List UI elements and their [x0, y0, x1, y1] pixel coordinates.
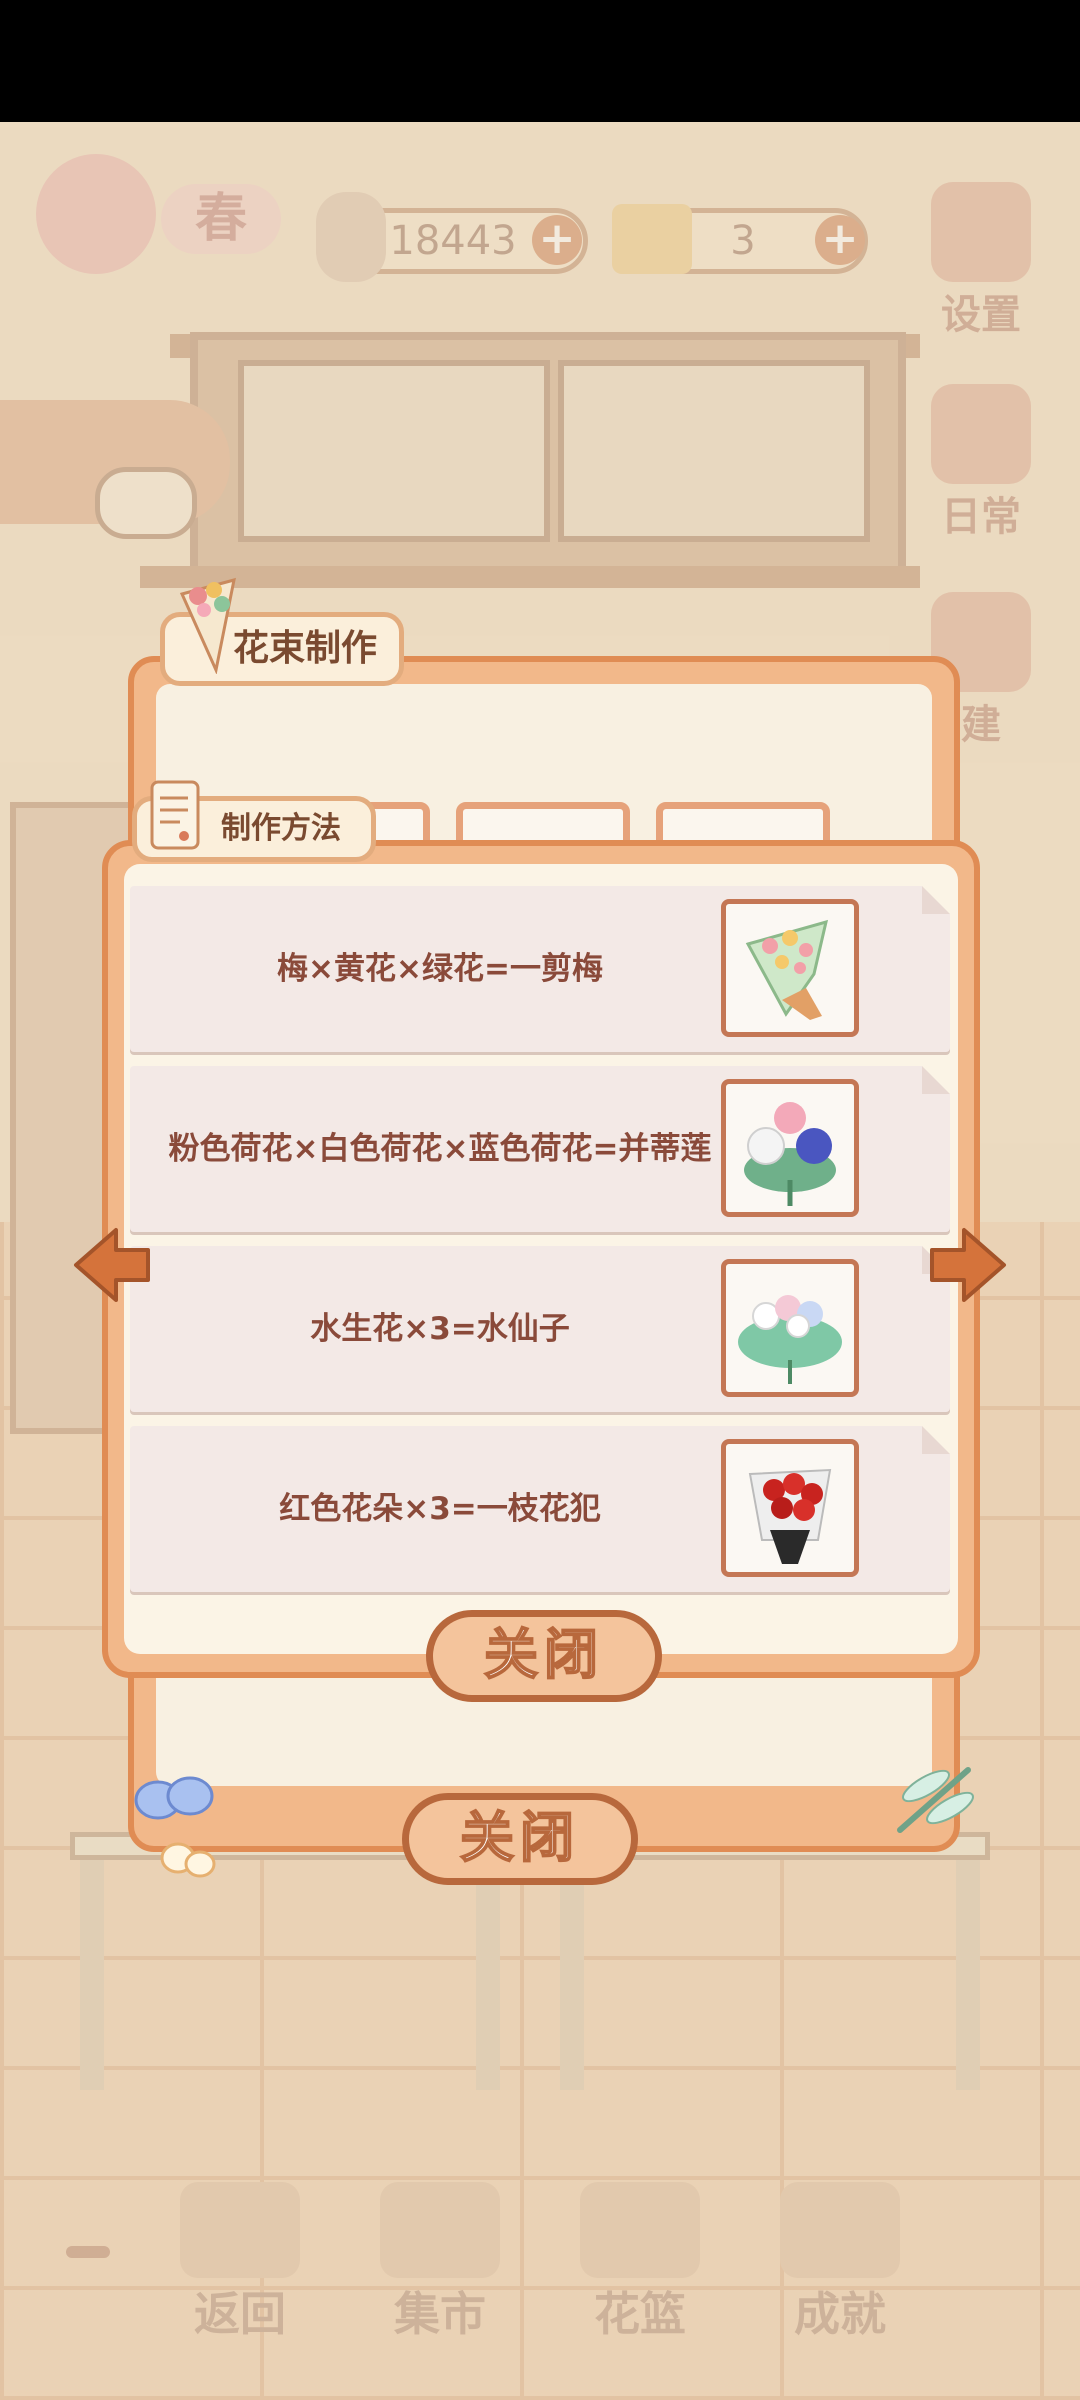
notepad-icon [931, 384, 1031, 484]
daily-button[interactable]: 日常 [922, 384, 1040, 542]
gear-icon [931, 182, 1031, 282]
nav-achievements[interactable]: 成就 [770, 2182, 910, 2344]
settings-button[interactable]: 设置 [922, 182, 1040, 340]
season-indicator[interactable]: 春 [36, 154, 281, 274]
window-icon [180, 2182, 300, 2278]
season-label: 春 [161, 184, 281, 254]
daily-label: 日常 [941, 494, 1021, 540]
play-video-button[interactable] [95, 467, 197, 539]
recipe-formula: 水生花×3=水仙子 [310, 1311, 570, 1347]
status-bar [0, 0, 1080, 122]
tree-icon [36, 154, 156, 274]
settings-label: 设置 [941, 292, 1021, 338]
nav-market[interactable]: 集市 [370, 2182, 510, 2344]
scroll-handle [66, 2246, 110, 2258]
trophy-icon [780, 2182, 900, 2278]
cheese-icon [612, 204, 692, 274]
market-stall-icon [380, 2182, 500, 2278]
add-cheese-button[interactable]: + [815, 215, 865, 265]
nav-flower-basket[interactable]: 花篮 [570, 2182, 710, 2344]
recipe-formula: 梅×黄花×绿花=一剪梅 [277, 951, 603, 987]
red-rose-bouquet-image [721, 1439, 859, 1577]
lotus-bouquet-image [721, 1079, 859, 1217]
basket-icon [580, 2182, 700, 2278]
dragonfly-icon [897, 1767, 974, 1833]
display-cabinet [190, 332, 906, 578]
nav-back[interactable]: 返回 [170, 2182, 310, 2344]
previous-page-arrow-icon[interactable] [68, 1222, 154, 1308]
recipe-row: 粉色荷花×白色荷花×蓝色荷花=并蒂莲 [130, 1066, 950, 1232]
recipe-formula: 粉色荷花×白色荷花×蓝色荷花=并蒂莲 [168, 1131, 712, 1167]
recipe-scroll-icon [150, 780, 200, 850]
nav-flower-basket-label: 花篮 [594, 2287, 686, 2341]
nav-achievements-label: 成就 [794, 2287, 886, 2341]
nav-back-label: 返回 [194, 2287, 286, 2341]
cabinet-pane-left [238, 360, 550, 542]
recipe-row: 红色花朵×3=一枝花犯 [130, 1426, 950, 1592]
add-fish-button[interactable]: + [532, 215, 582, 265]
fish-count: 18443 [389, 218, 517, 264]
wall-shelf [140, 566, 920, 588]
next-page-arrow-icon[interactable] [926, 1222, 1012, 1308]
fish-icon [316, 192, 386, 282]
plum-bouquet-image [721, 899, 859, 1037]
recipe-dialog-close-button[interactable]: 关闭 [426, 1610, 662, 1702]
cheese-count: 3 [730, 218, 756, 264]
butterfly-icon [134, 1776, 216, 1878]
bouquet-icon [179, 577, 236, 674]
nav-market-label: 集市 [394, 2287, 486, 2341]
recipe-row: 梅×黄花×绿花=一剪梅 [130, 886, 950, 1052]
recipe-formula: 红色花朵×3=一枝花犯 [279, 1491, 601, 1527]
bouquet-dialog-close-button[interactable]: 关闭 [402, 1793, 638, 1885]
recipe-row: 水生花×3=水仙子 [130, 1246, 950, 1412]
water-flower-bouquet-image [721, 1259, 859, 1397]
cabinet-pane-right [558, 360, 870, 542]
